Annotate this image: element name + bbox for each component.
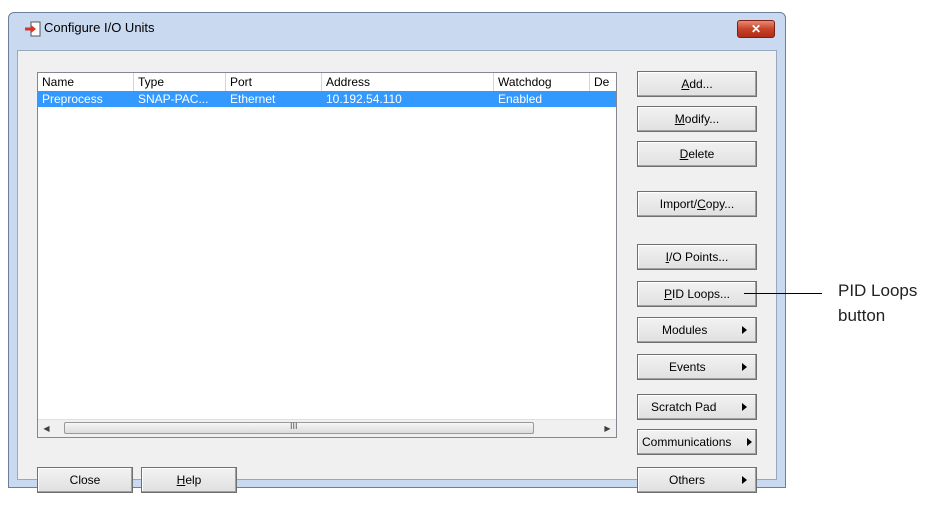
scroll-right-icon[interactable]: ▶ xyxy=(599,420,616,437)
delete-button[interactable]: Delete xyxy=(637,141,757,167)
submenu-arrow-icon xyxy=(742,403,747,411)
scroll-grip-icon: III xyxy=(290,421,298,431)
column-header-address[interactable]: Address xyxy=(322,73,494,91)
modules-label: Modules xyxy=(662,323,708,337)
import-label-accel: C xyxy=(697,197,706,211)
callout-annotation: PID Loops button xyxy=(838,278,917,328)
others-button[interactable]: Others xyxy=(637,467,757,493)
window-close-button[interactable]: ✕ xyxy=(737,20,775,38)
cell-port: Ethernet xyxy=(230,92,276,106)
events-button[interactable]: Events xyxy=(637,354,757,380)
io-units-list[interactable]: Name Type Port Address Watchdog De Prepr… xyxy=(37,72,617,438)
io-points-button[interactable]: I/O Points... xyxy=(637,244,757,270)
help-label-accel: H xyxy=(176,473,186,487)
io-points-label-post: /O Points... xyxy=(668,250,729,264)
close-button[interactable]: Close xyxy=(37,467,133,493)
dialog-client-area: Name Type Port Address Watchdog De Prepr… xyxy=(17,50,777,493)
io-unit-icon xyxy=(25,21,41,37)
pid-loops-label-accel: P xyxy=(663,287,672,301)
callout-line2: button xyxy=(838,306,886,325)
delete-label-post: elete xyxy=(688,147,715,161)
configure-io-units-dialog: Configure I/O Units ✕ Name Type Port Add… xyxy=(8,12,786,493)
table-row[interactable]: Preprocess SNAP-PAC... Ethernet 10.192.5… xyxy=(38,91,616,107)
horizontal-scrollbar[interactable]: ◀ III ▶ xyxy=(38,419,616,437)
cell-watchdog: Enabled xyxy=(498,92,543,106)
pid-loops-label-post: ID Loops... xyxy=(671,287,731,301)
scrollbar-thumb[interactable]: III xyxy=(64,421,534,434)
scratch-pad-button[interactable]: Scratch Pad xyxy=(637,394,757,420)
cell-type: SNAP-PAC... xyxy=(138,92,209,106)
import-label-post: opy... xyxy=(705,197,735,211)
scratch-pad-label: Scratch Pad xyxy=(651,400,717,414)
communications-label: Communications xyxy=(642,435,732,449)
modules-button[interactable]: Modules xyxy=(637,317,757,343)
column-header-name[interactable]: Name xyxy=(38,73,134,91)
help-label-post: elp xyxy=(185,473,202,487)
column-header-type[interactable]: Type xyxy=(134,73,226,91)
communications-button[interactable]: Communications xyxy=(637,429,757,455)
callout-line1: PID Loops xyxy=(838,281,918,300)
add-label-post: dd... xyxy=(689,77,713,91)
add-button[interactable]: Add... xyxy=(637,71,757,97)
events-label: Events xyxy=(669,360,706,374)
submenu-arrow-icon xyxy=(742,326,747,334)
modify-label-post: odify... xyxy=(684,112,720,126)
submenu-arrow-icon xyxy=(747,438,752,446)
list-header: Name Type Port Address Watchdog De xyxy=(38,73,616,92)
add-label-accel: A xyxy=(681,77,690,91)
help-button[interactable]: Help xyxy=(141,467,237,493)
title-bar: Configure I/O Units ✕ xyxy=(9,13,785,43)
column-header-watchdog[interactable]: Watchdog xyxy=(494,73,590,91)
column-header-de[interactable]: De xyxy=(590,73,616,91)
others-label: Others xyxy=(669,473,706,487)
submenu-arrow-icon xyxy=(742,476,747,484)
column-header-port[interactable]: Port xyxy=(226,73,322,91)
import-copy-button[interactable]: Import/Copy... xyxy=(637,191,757,217)
delete-label-accel: D xyxy=(679,147,689,161)
callout-line xyxy=(744,293,822,294)
window-title: Configure I/O Units xyxy=(44,20,155,35)
cell-address: 10.192.54.110 xyxy=(326,92,402,106)
modify-label-accel: M xyxy=(674,112,685,126)
pid-loops-button[interactable]: P ID Loops... xyxy=(637,281,757,307)
cell-name: Preprocess xyxy=(42,92,103,106)
submenu-arrow-icon xyxy=(742,363,747,371)
import-label-pre: Import/ xyxy=(659,197,698,211)
scroll-left-icon[interactable]: ◀ xyxy=(38,420,55,437)
modify-button[interactable]: Modify... xyxy=(637,106,757,132)
close-label: Close xyxy=(69,473,101,487)
close-icon: ✕ xyxy=(750,22,762,36)
